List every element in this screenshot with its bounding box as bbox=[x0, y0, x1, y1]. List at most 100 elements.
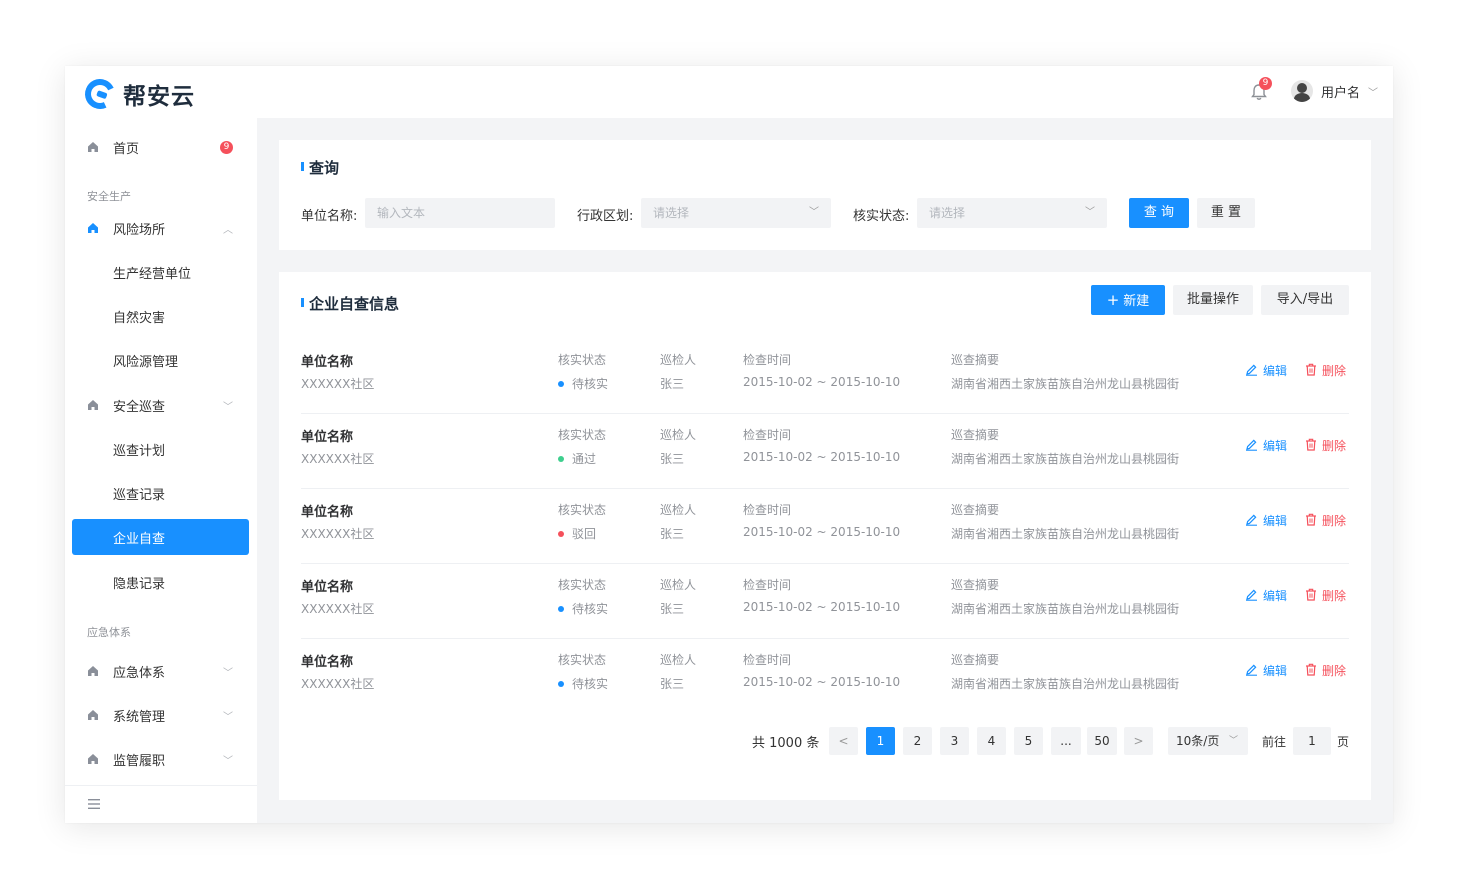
edit-icon bbox=[1245, 438, 1263, 454]
new-button[interactable]: + 新建 bbox=[1091, 285, 1165, 315]
home-icon bbox=[88, 710, 98, 720]
page-button[interactable]: 2 bbox=[903, 727, 932, 755]
sidebar-subitem[interactable]: 巡查计划 bbox=[65, 431, 257, 467]
edit-button[interactable]: 编辑 bbox=[1245, 662, 1287, 679]
summary-value: 湖南省湘西土家族苗族自治州龙山县桃园街 bbox=[951, 677, 1180, 691]
sidebar-item-label: 风险场所 bbox=[113, 222, 166, 238]
app-window: 帮安云 9 用户名 ﹀ 首页 9 安全生产 风险场所 ︿ 生产经营单位 自然灾害… bbox=[65, 66, 1393, 823]
summary-header: 巡查摘要 bbox=[951, 578, 1000, 592]
delete-button[interactable]: 删除 bbox=[1305, 437, 1346, 454]
status-header: 核实状态 bbox=[558, 428, 607, 442]
page-button[interactable]: 50 bbox=[1087, 727, 1117, 755]
avatar bbox=[1291, 80, 1313, 102]
status-header: 核实状态 bbox=[558, 353, 607, 367]
summary-header: 巡查摘要 bbox=[951, 653, 1000, 667]
next-page-button[interactable]: > bbox=[1124, 727, 1153, 755]
sidebar-subitem[interactable]: 生产经营单位 bbox=[65, 254, 257, 290]
title-accent bbox=[301, 298, 304, 307]
time-header: 检查时间 bbox=[743, 503, 792, 517]
sidebar-item-label: 应急体系 bbox=[113, 665, 166, 681]
page-button[interactable]: 3 bbox=[940, 727, 969, 755]
pagination-total: 共 1000 条 bbox=[752, 736, 820, 751]
list-title: 企业自查信息 bbox=[309, 295, 400, 313]
trash-icon bbox=[1305, 438, 1322, 454]
sidebar-item-system[interactable]: 系统管理 ﹀ bbox=[65, 697, 257, 733]
home-icon bbox=[88, 400, 98, 410]
user-menu[interactable]: 用户名 ﹀ bbox=[1291, 80, 1378, 102]
summary-value: 湖南省湘西土家族苗族自治州龙山县桃园街 bbox=[951, 452, 1180, 466]
unit-name-value: XXXXXX社区 bbox=[301, 602, 375, 616]
sidebar-subitem[interactable]: 巡查记录 bbox=[65, 475, 257, 511]
sidebar-subitem-active[interactable]: 企业自查 bbox=[72, 519, 249, 555]
top-header: 帮安云 9 用户名 ﹀ bbox=[65, 66, 1393, 118]
time-value: 2015-10-02 ~ 2015-10-10 bbox=[743, 525, 901, 539]
page-ellipsis[interactable]: ... bbox=[1051, 727, 1081, 755]
inspector-header: 巡检人 bbox=[660, 503, 697, 517]
edit-button[interactable]: 编辑 bbox=[1245, 437, 1287, 454]
reset-button[interactable]: 重 置 bbox=[1197, 198, 1255, 228]
time-value: 2015-10-02 ~ 2015-10-10 bbox=[743, 375, 901, 389]
sidebar-subitem[interactable]: 隐患记录 bbox=[65, 564, 257, 600]
page-button[interactable]: 4 bbox=[977, 727, 1006, 755]
status-dot bbox=[558, 605, 564, 612]
delete-button[interactable]: 删除 bbox=[1305, 362, 1346, 379]
home-icon bbox=[88, 223, 98, 233]
status-select[interactable]: 请选择 ﹀ bbox=[917, 198, 1107, 228]
sidebar-item-home[interactable]: 首页 9 bbox=[65, 129, 257, 165]
sidebar-item-risk-sites[interactable]: 风险场所 ︿ bbox=[65, 210, 257, 246]
sidebar-item-supervision[interactable]: 监管履职 ﹀ bbox=[65, 741, 257, 777]
list-card: 企业自查信息 + 新建 批量操作 导入/导出 单位名称 XXXXXX社区 核实状态… bbox=[279, 272, 1371, 800]
sidebar-item-patrol[interactable]: 安全巡查 ﹀ bbox=[65, 387, 257, 423]
table-row: 单位名称 XXXXXX社区 核实状态 驳回 巡检人 张三 检查时间 2015-1… bbox=[301, 494, 1349, 564]
unit-name-input[interactable]: 输入文本 bbox=[365, 198, 555, 228]
edit-icon bbox=[1245, 513, 1263, 529]
sidebar-item-label: 系统管理 bbox=[113, 709, 166, 725]
sidebar-item-label: 监管履职 bbox=[113, 753, 166, 769]
batch-button[interactable]: 批量操作 bbox=[1173, 285, 1253, 315]
edit-button[interactable]: 编辑 bbox=[1245, 362, 1287, 379]
edit-button[interactable]: 编辑 bbox=[1245, 512, 1287, 529]
home-icon bbox=[88, 142, 98, 152]
unit-name-value: XXXXXX社区 bbox=[301, 452, 375, 466]
summary-value: 湖南省湘西土家族苗族自治州龙山县桃园街 bbox=[951, 602, 1180, 616]
page-button[interactable]: 5 bbox=[1014, 727, 1043, 755]
brand-logo[interactable]: 帮安云 bbox=[80, 74, 195, 114]
search-button[interactable]: 查 询 bbox=[1129, 198, 1189, 228]
trash-icon bbox=[1305, 513, 1322, 529]
inspector-value: 张三 bbox=[660, 677, 685, 691]
edit-icon bbox=[1245, 363, 1263, 379]
unit-name-value: XXXXXX社区 bbox=[301, 527, 375, 541]
menu-collapse-icon[interactable] bbox=[88, 799, 100, 809]
delete-button[interactable]: 删除 bbox=[1305, 587, 1346, 604]
sidebar-subitem[interactable]: 自然灾害 bbox=[65, 298, 257, 334]
goto-label: 前往 bbox=[1262, 735, 1287, 749]
status-header: 核实状态 bbox=[558, 578, 607, 592]
status-value: 待核实 bbox=[558, 600, 608, 617]
plus-icon: + bbox=[1106, 291, 1120, 309]
sidebar-group-safety: 安全生产 bbox=[87, 190, 131, 203]
import-export-button[interactable]: 导入/导出 bbox=[1261, 285, 1349, 315]
delete-button[interactable]: 删除 bbox=[1305, 512, 1346, 529]
summary-header: 巡查摘要 bbox=[951, 503, 1000, 517]
status-dot bbox=[558, 380, 564, 387]
sidebar-item-emergency[interactable]: 应急体系 ﹀ bbox=[65, 653, 257, 689]
sidebar-item-label: 首页 bbox=[113, 141, 140, 157]
goto-page-input[interactable]: 1 bbox=[1293, 727, 1331, 755]
page-button[interactable]: 1 bbox=[866, 727, 895, 755]
region-label: 行政区划: bbox=[577, 209, 634, 224]
region-select[interactable]: 请选择 ﹀ bbox=[641, 198, 831, 228]
prev-page-button[interactable]: < bbox=[829, 727, 858, 755]
edit-button[interactable]: 编辑 bbox=[1245, 587, 1287, 604]
inspector-header: 巡检人 bbox=[660, 353, 697, 367]
chevron-down-icon: ﹀ bbox=[223, 401, 233, 413]
logo-icon bbox=[80, 74, 120, 114]
sidebar-subitem[interactable]: 风险源管理 bbox=[65, 342, 257, 378]
time-value: 2015-10-02 ~ 2015-10-10 bbox=[743, 600, 901, 614]
delete-button[interactable]: 删除 bbox=[1305, 662, 1346, 679]
chevron-down-icon: ﹀ bbox=[223, 667, 233, 679]
time-header: 检查时间 bbox=[743, 353, 792, 367]
sidebar-group-emergency: 应急体系 bbox=[87, 626, 131, 639]
page-size-select[interactable]: 10条/页 ﹀ bbox=[1168, 727, 1248, 755]
inspector-value: 张三 bbox=[660, 602, 685, 616]
chevron-down-icon: ﹀ bbox=[223, 755, 233, 767]
